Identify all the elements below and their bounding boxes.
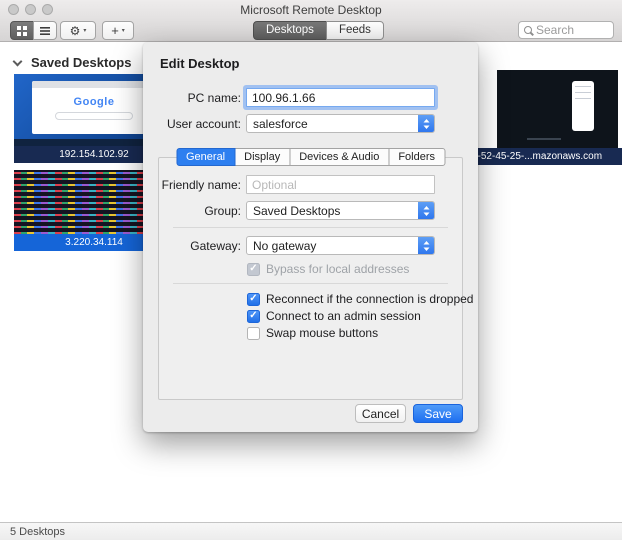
checkbox-label: Swap mouse buttons: [266, 326, 378, 340]
checkbox-label: Bypass for local addresses: [266, 262, 409, 276]
view-mode-segment: [10, 21, 57, 40]
chevron-down-icon: ▾: [122, 27, 125, 34]
group-label: Group:: [143, 204, 241, 218]
checkbox[interactable]: ✓: [247, 293, 260, 306]
list-view-button[interactable]: [33, 21, 57, 40]
status-bar: 5 Desktops: [0, 522, 622, 540]
checkbox[interactable]: ✓: [247, 310, 260, 323]
desktops-feeds-segment: Desktops Feeds: [253, 21, 384, 40]
desktop-thumbnail[interactable]: [497, 70, 618, 148]
swap-mouse-buttons-checkbox[interactable]: ✓ Swap mouse buttons: [247, 326, 378, 340]
checkbox-label: Connect to an admin session: [266, 309, 421, 323]
checkmark-icon: ✓: [249, 264, 257, 274]
gateway-label: Gateway:: [143, 239, 241, 253]
tab-display[interactable]: Display: [234, 148, 290, 166]
user-account-value: salesforce: [253, 117, 308, 131]
add-menu-button[interactable]: + ▾: [102, 21, 134, 40]
popup-chevrons-icon: [418, 202, 434, 219]
gear-icon: ⚙: [70, 24, 81, 38]
pc-name-input[interactable]: [246, 88, 435, 107]
dialog-title: Edit Desktop: [160, 56, 239, 71]
popup-chevrons-icon: [418, 115, 434, 132]
tab-devices-audio[interactable]: Devices & Audio: [289, 148, 389, 166]
group-value: Saved Desktops: [253, 204, 340, 218]
checkbox[interactable]: ✓: [247, 327, 260, 340]
tab-desktops[interactable]: Desktops: [253, 21, 327, 40]
app-window: Microsoft Remote Desktop ⚙ ▾ + ▾ Desktop…: [0, 0, 622, 540]
reconnect-checkbox[interactable]: ✓ Reconnect if the connection is dropped: [247, 292, 473, 306]
edit-desktop-dialog: Edit Desktop PC name: User account: sale…: [143, 42, 478, 432]
phone-mockup: [572, 81, 594, 131]
checkmark-icon: ✓: [249, 294, 257, 304]
search-icon: [524, 26, 532, 34]
group-select[interactable]: Saved Desktops: [246, 201, 435, 220]
separator: [173, 283, 448, 284]
friendly-name-label: Friendly name:: [143, 178, 241, 192]
tab-folders[interactable]: Folders: [388, 148, 445, 166]
save-button[interactable]: Save: [413, 404, 463, 423]
checkbox-label: Reconnect if the connection is dropped: [266, 292, 473, 306]
chevron-down-icon: ▾: [83, 27, 86, 34]
grid-view-button[interactable]: [10, 21, 34, 40]
user-account-select[interactable]: salesforce: [246, 114, 435, 133]
window-chrome: Microsoft Remote Desktop ⚙ ▾ + ▾ Desktop…: [0, 0, 622, 42]
section-title: Saved Desktops: [31, 55, 131, 70]
admin-session-checkbox[interactable]: ✓ Connect to an admin session: [247, 309, 421, 323]
browser-window-preview: Google: [32, 81, 156, 134]
search-input[interactable]: [536, 23, 608, 37]
bypass-local-addresses-checkbox: ✓ Bypass for local addresses: [247, 262, 409, 276]
friendly-name-input[interactable]: [246, 175, 435, 194]
tab-feeds[interactable]: Feeds: [326, 21, 384, 40]
separator: [173, 227, 448, 228]
tab-general[interactable]: General: [176, 148, 235, 166]
gateway-select[interactable]: No gateway: [246, 236, 435, 255]
settings-menu-button[interactable]: ⚙ ▾: [60, 21, 96, 40]
grid-icon: [17, 26, 27, 36]
checkmark-icon: ✓: [249, 311, 257, 321]
popup-chevrons-icon: [418, 237, 434, 254]
gateway-value: No gateway: [253, 239, 316, 253]
pc-name-label: PC name:: [143, 91, 241, 105]
cancel-button[interactable]: Cancel: [355, 404, 406, 423]
chevron-down-icon: [13, 56, 23, 66]
google-logo-text: Google: [32, 96, 156, 108]
search-field[interactable]: [518, 21, 614, 39]
desktop-count: 5 Desktops: [10, 526, 65, 538]
saved-desktops-section-header[interactable]: Saved Desktops: [14, 55, 131, 70]
desktop-preview: [497, 70, 618, 148]
user-account-label: User account:: [143, 117, 241, 131]
list-icon: [40, 26, 50, 36]
checkbox[interactable]: ✓: [247, 263, 260, 276]
plus-icon: +: [111, 23, 119, 38]
window-title: Microsoft Remote Desktop: [0, 3, 622, 17]
dialog-tabbar: General Display Devices & Audio Folders: [176, 148, 445, 166]
